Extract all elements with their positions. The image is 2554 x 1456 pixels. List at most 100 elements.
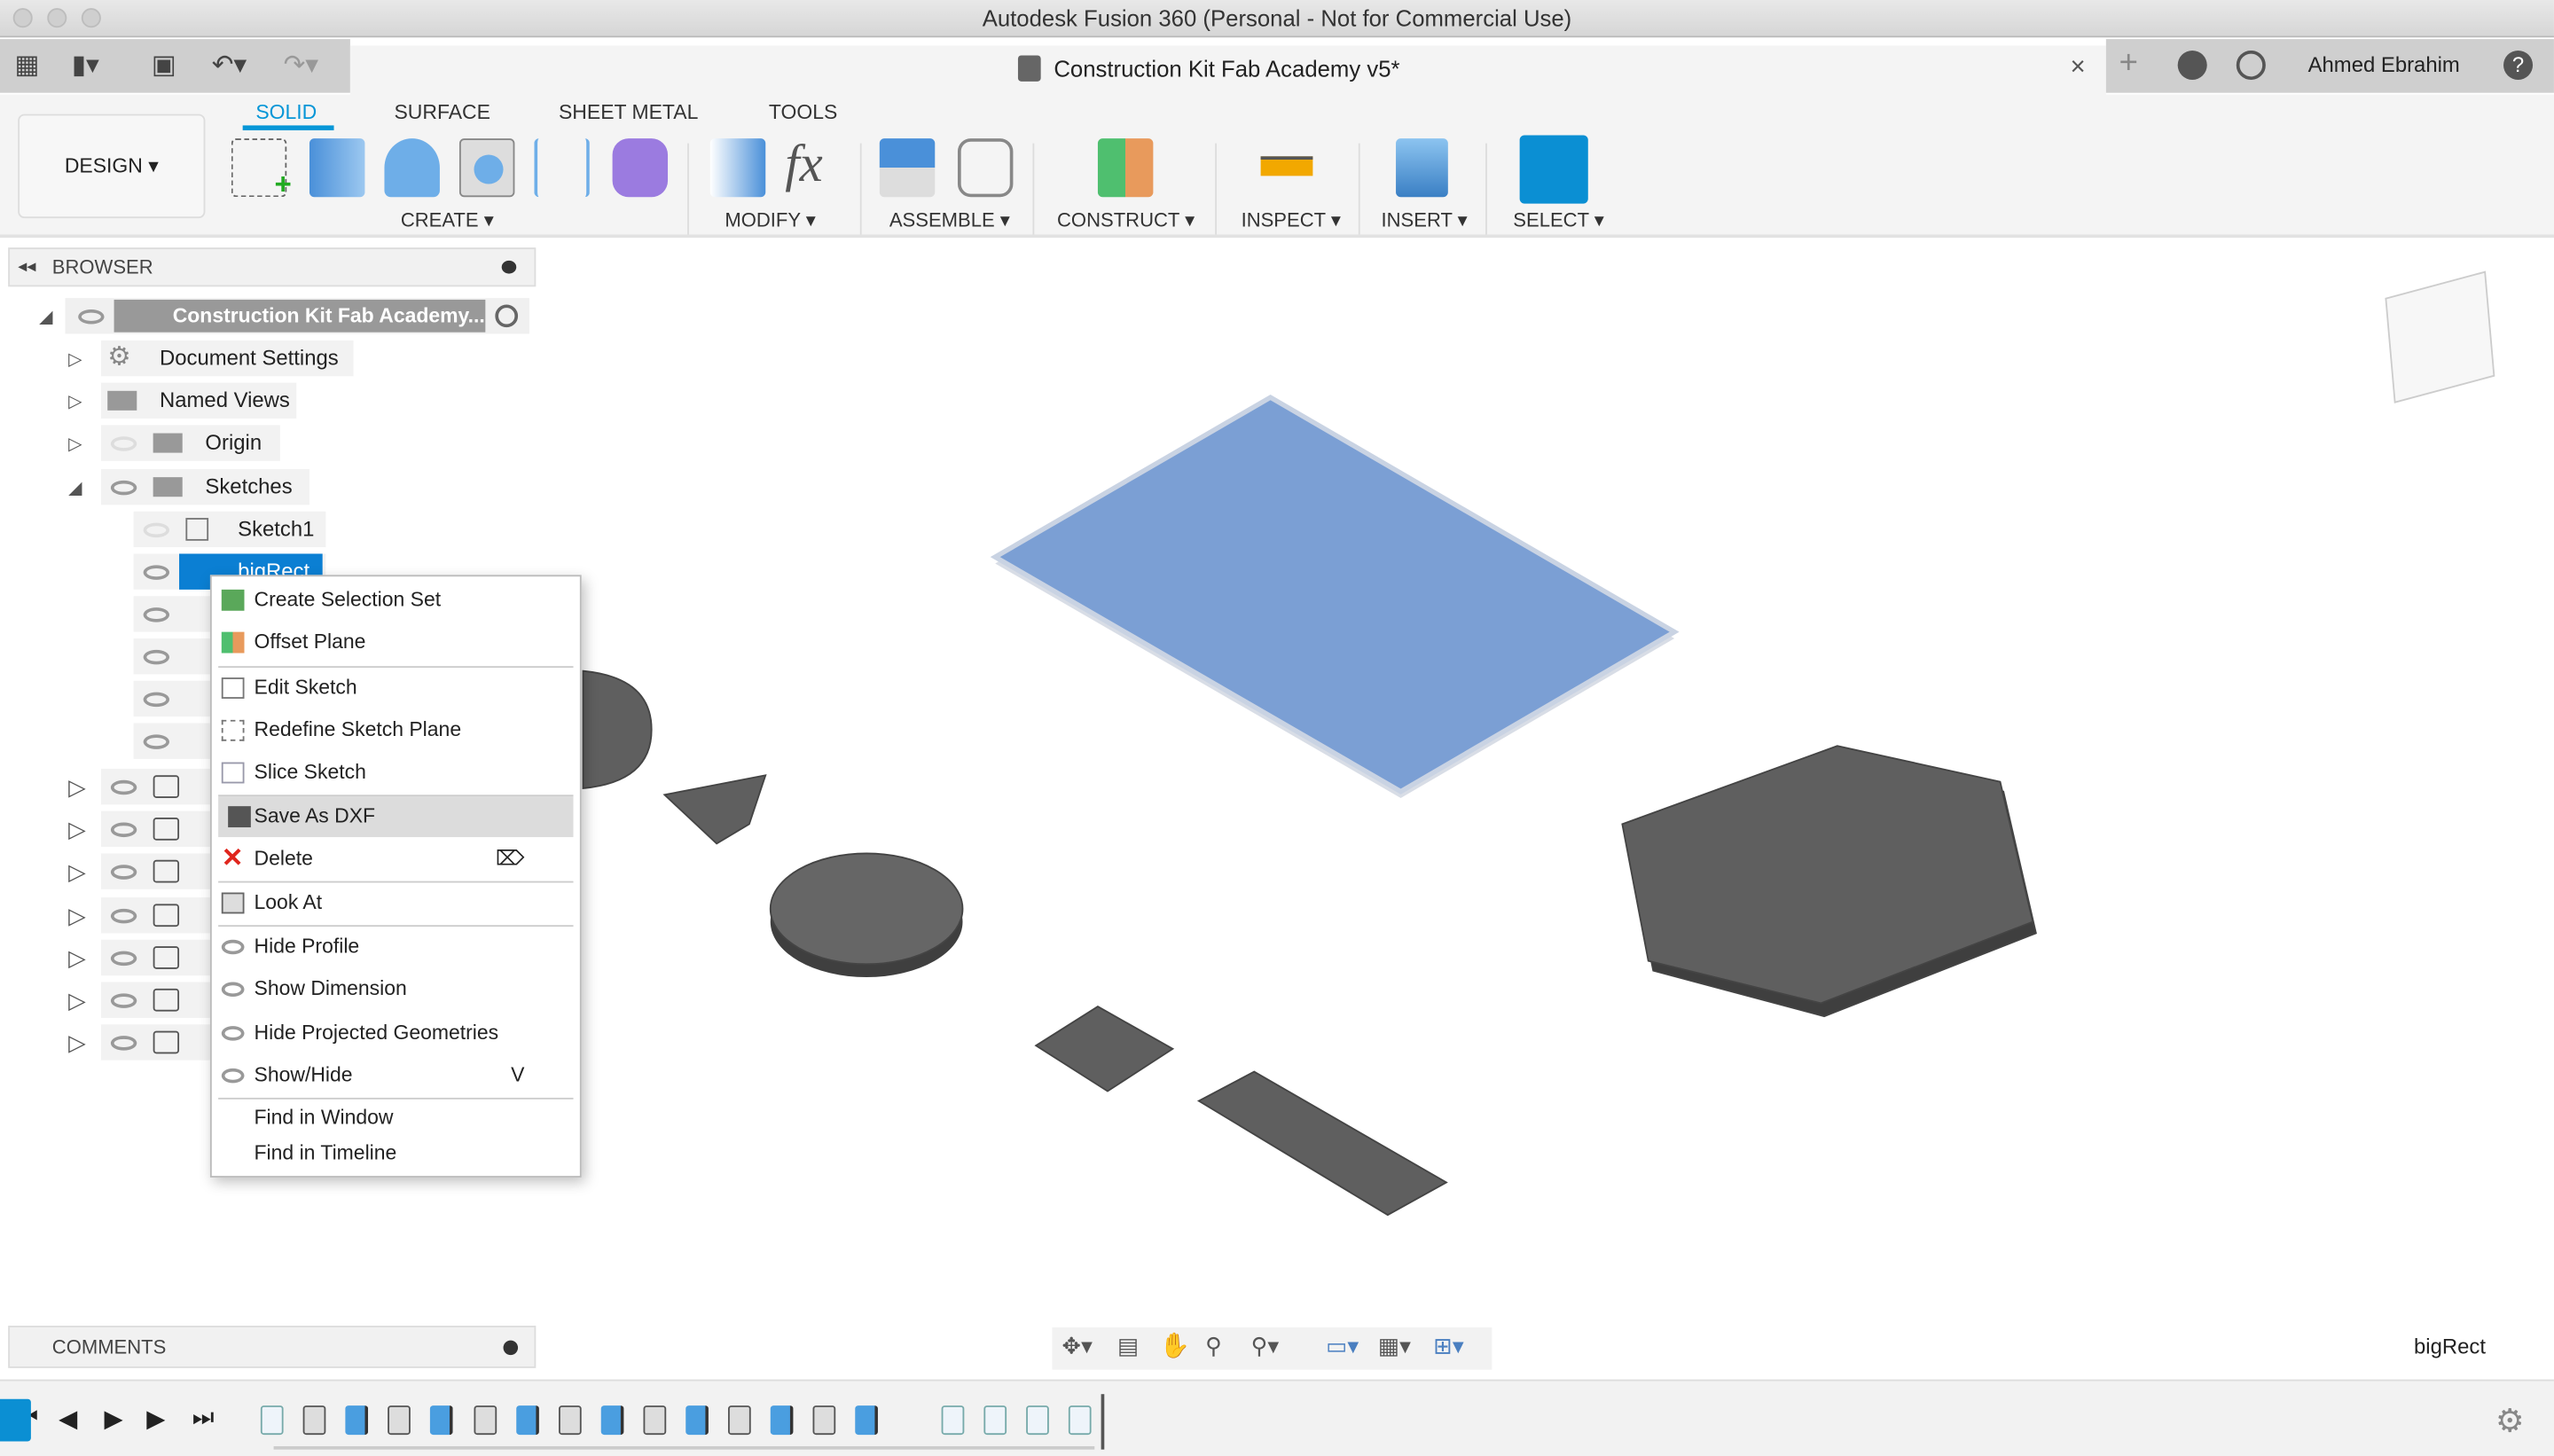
menu-item-edit-sketch[interactable]: Edit Sketch	[212, 668, 580, 708]
hexagon-part[interactable]	[1621, 745, 2037, 1018]
browser-pin-icon[interactable]	[501, 260, 517, 274]
expand-arrow-icon[interactable]: ▷	[68, 1029, 86, 1057]
long-connector-part[interactable]	[1196, 1070, 1448, 1217]
menu-item-show-dimension[interactable]: Show Dimension	[212, 969, 580, 1010]
cross-part[interactable]	[1034, 1006, 1175, 1092]
browser-item-document-settings[interactable]: ⚙ Document Settings	[100, 340, 354, 377]
eye-icon[interactable]	[143, 565, 170, 580]
undo-icon[interactable]: ↶▾	[212, 49, 247, 82]
eye-icon[interactable]	[110, 865, 137, 881]
rectangular-pattern-icon[interactable]	[534, 138, 590, 198]
user-account[interactable]: Ahmed Ebrahim	[2308, 52, 2460, 77]
timeline-extrude-icon[interactable]	[345, 1405, 369, 1436]
create-sketch-icon[interactable]: +	[231, 138, 292, 200]
zoom-icon[interactable]: ⚲	[1205, 1332, 1222, 1359]
timeline-extrude-icon[interactable]	[686, 1405, 709, 1436]
play-icon[interactable]: ▶	[105, 1404, 123, 1433]
fit-zoom-icon[interactable]: ⚲▾	[1251, 1332, 1280, 1359]
pan-hand-icon[interactable]: ✋	[1160, 1331, 1190, 1359]
insert-image-icon[interactable]	[1396, 138, 1448, 198]
circle-part[interactable]	[769, 852, 964, 978]
eye-hidden-icon[interactable]	[143, 522, 170, 538]
modify-menu[interactable]: MODIFY ▾	[725, 208, 816, 231]
eye-icon[interactable]	[110, 993, 137, 1008]
half-circle-part[interactable]	[582, 669, 653, 789]
close-tab-icon[interactable]: ×	[2070, 54, 2085, 83]
eye-icon[interactable]	[110, 908, 137, 923]
timeline-sketch-selected-icon[interactable]	[0, 1398, 31, 1442]
timeline-body-icon[interactable]	[302, 1405, 326, 1436]
browser-item-body[interactable]	[100, 768, 212, 805]
menu-item-find-in-timeline[interactable]: Find in Timeline	[212, 1133, 580, 1174]
eye-icon[interactable]	[143, 692, 170, 708]
step-forward-icon[interactable]: ▶	[146, 1404, 165, 1433]
viewports-icon[interactable]: ⊞▾	[1433, 1332, 1463, 1359]
expand-arrow-icon[interactable]: ▷	[68, 902, 86, 929]
add-comment-icon[interactable]	[503, 1340, 519, 1356]
browser-item-body[interactable]	[100, 982, 212, 1018]
timeline-extrude-icon[interactable]	[430, 1405, 454, 1436]
browser-item-body[interactable]	[100, 896, 212, 933]
zoom-window-button[interactable]	[81, 8, 101, 28]
expand-arrow-icon[interactable]: ▷	[68, 348, 82, 370]
collapse-browser-icon[interactable]: ◂◂	[18, 249, 35, 285]
new-tab-plus-icon[interactable]: +	[2119, 45, 2138, 82]
expand-arrow-icon[interactable]: ▷	[68, 987, 86, 1014]
eye-icon[interactable]	[110, 951, 137, 966]
workspace-switcher[interactable]: DESIGN ▾	[18, 114, 206, 219]
menu-item-create-selection-set[interactable]: Create Selection Set	[212, 580, 580, 621]
browser-item-body[interactable]	[100, 939, 212, 975]
parameters-fx-icon[interactable]: fx	[785, 134, 822, 194]
browser-item-sketch1[interactable]: Sketch1	[133, 511, 326, 548]
timeline-sketch-icon[interactable]	[940, 1405, 964, 1436]
menu-item-offset-plane[interactable]: Offset Plane	[212, 622, 580, 663]
select-menu[interactable]: SELECT ▾	[1513, 208, 1604, 231]
timeline-extrude-icon[interactable]	[771, 1405, 794, 1436]
browser-item-sketch[interactable]	[133, 680, 212, 717]
grid-settings-icon[interactable]: ▦▾	[1378, 1332, 1411, 1359]
timeline-sketch-icon[interactable]	[1068, 1405, 1092, 1436]
data-panel-grid-icon[interactable]: ▦	[15, 49, 40, 82]
joint-icon[interactable]	[957, 138, 1014, 198]
eye-icon[interactable]	[110, 822, 137, 838]
timeline-body-icon[interactable]	[558, 1405, 582, 1436]
browser-item-origin[interactable]: Origin	[100, 425, 280, 461]
timeline-body-icon[interactable]	[643, 1405, 667, 1436]
expand-arrow-icon[interactable]: ▷	[68, 817, 86, 844]
orbit-icon[interactable]: ✥▾	[1062, 1332, 1093, 1359]
go-to-end-icon[interactable]: ⏭	[192, 1404, 215, 1431]
look-at-icon[interactable]: ▤	[1117, 1332, 1139, 1359]
browser-root[interactable]: Construction Kit Fab Academy...	[65, 298, 529, 334]
timeline-body-icon[interactable]	[728, 1405, 751, 1436]
collapse-arrow-icon[interactable]: ◢	[39, 306, 53, 327]
new-component-icon[interactable]	[879, 138, 936, 198]
timeline-marker[interactable]	[1101, 1394, 1105, 1450]
activate-radio-icon[interactable]	[495, 304, 519, 328]
eye-icon[interactable]	[110, 480, 137, 496]
file-menu-icon[interactable]: ▮▾	[72, 49, 99, 82]
collapse-arrow-icon[interactable]: ◢	[68, 477, 82, 498]
timeline-body-icon[interactable]	[473, 1405, 497, 1436]
browser-item-sketch[interactable]	[133, 638, 212, 675]
timeline-settings-gear-icon[interactable]: ⚙	[2495, 1401, 2525, 1442]
create-form-icon[interactable]	[612, 138, 669, 198]
browser-item-sketch[interactable]	[133, 723, 212, 759]
menu-item-slice-sketch[interactable]: Slice Sketch	[212, 753, 580, 794]
triangle-part[interactable]	[662, 774, 767, 845]
timeline-extrude-icon[interactable]	[855, 1405, 879, 1436]
offset-plane-icon[interactable]	[1097, 138, 1154, 198]
eye-icon[interactable]	[143, 734, 170, 749]
browser-item-body[interactable]	[100, 1024, 212, 1061]
eye-hidden-icon[interactable]	[110, 436, 137, 451]
press-pull-icon[interactable]	[709, 138, 766, 198]
timeline-sketch-icon[interactable]	[260, 1405, 284, 1436]
tab-tools[interactable]: TOOLS	[769, 101, 837, 124]
close-window-button[interactable]	[12, 8, 33, 28]
step-back-icon[interactable]: ◀	[59, 1404, 77, 1433]
timeline-sketch-icon[interactable]	[1025, 1405, 1049, 1436]
timeline-extrude-icon[interactable]	[600, 1405, 624, 1436]
revolve-icon[interactable]	[384, 138, 440, 198]
measure-icon[interactable]	[1260, 156, 1313, 176]
menu-item-hide-profile[interactable]: Hide Profile	[212, 927, 580, 967]
extrude-icon[interactable]	[309, 138, 365, 198]
